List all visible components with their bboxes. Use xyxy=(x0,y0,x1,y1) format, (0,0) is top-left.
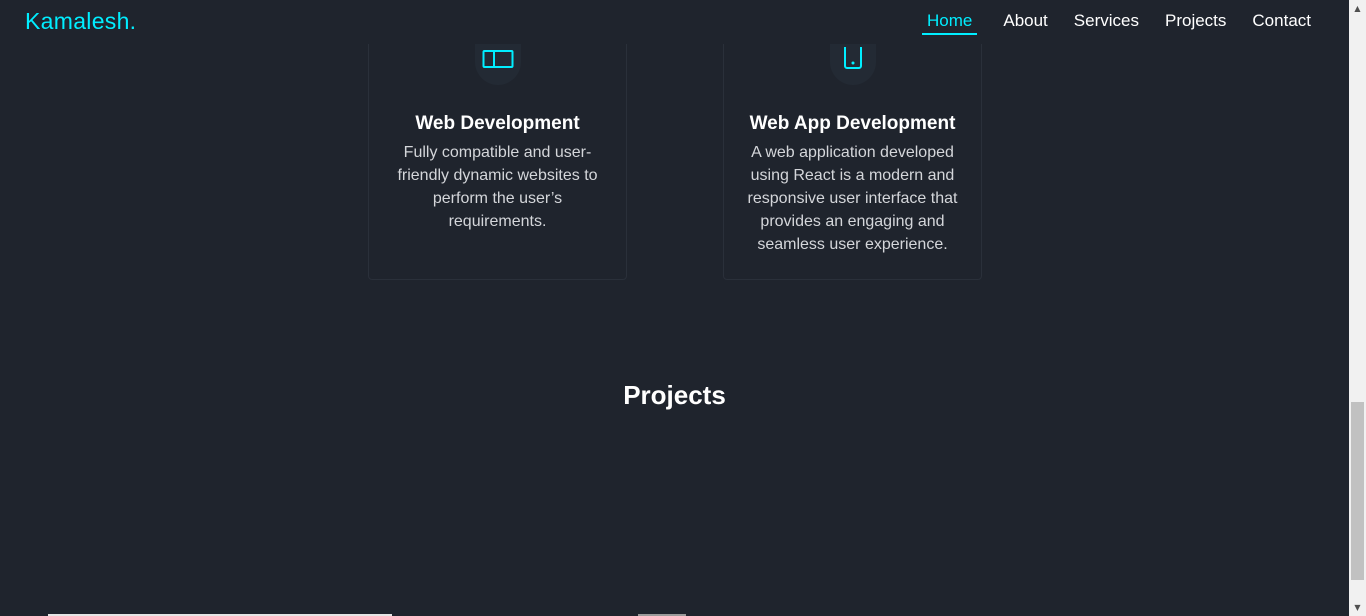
page: Kamalesh. Home About Services Projects C… xyxy=(0,0,1349,616)
service-card-web-app-development: Web App Development A web application de… xyxy=(723,20,982,280)
nav-projects[interactable]: Projects xyxy=(1165,11,1226,35)
nav-services[interactable]: Services xyxy=(1074,11,1139,35)
nav-home[interactable]: Home xyxy=(922,11,978,35)
scroll-down-arrow-icon[interactable]: ▼ xyxy=(1349,599,1366,616)
service-title: Web Development xyxy=(415,113,580,134)
site-header: Kamalesh. Home About Services Projects C… xyxy=(0,0,1349,44)
main-nav: Home About Services Projects Contact xyxy=(896,11,1311,35)
scrollbar-thumb[interactable] xyxy=(1351,402,1364,580)
vertical-scrollbar[interactable]: ▲ ▼ xyxy=(1349,0,1366,616)
scroll-up-arrow-icon[interactable]: ▲ xyxy=(1349,0,1366,17)
service-description: Fully compatible and user-friendly dynam… xyxy=(397,144,598,230)
nav-contact[interactable]: Contact xyxy=(1252,11,1311,35)
projects-heading: Projects xyxy=(623,380,726,410)
browser-window-icon xyxy=(482,50,513,68)
mobile-phone-icon xyxy=(843,47,862,69)
service-description: A web application developed using React … xyxy=(747,144,958,253)
nav-about[interactable]: About xyxy=(1003,11,1047,35)
service-title: Web App Development xyxy=(749,113,956,134)
logo[interactable]: Kamalesh. xyxy=(25,8,136,35)
service-card-web-development: Web Development Fully compatible and use… xyxy=(368,20,627,280)
